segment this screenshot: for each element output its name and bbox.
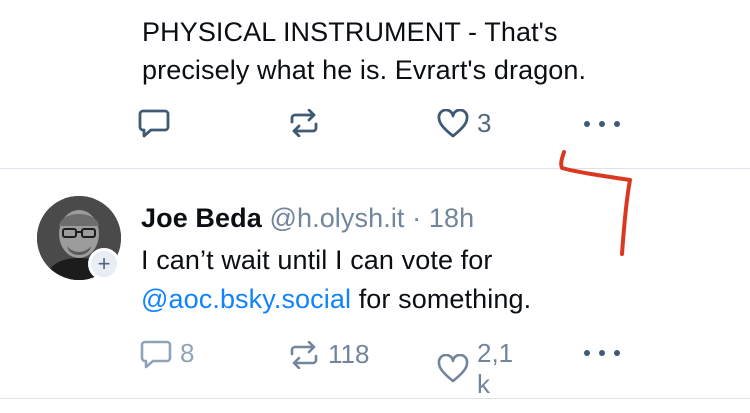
more-button[interactable] <box>583 349 621 357</box>
post-text-line: precisely what he is. Evrart's dragon. <box>142 55 587 85</box>
repost-arrows-icon <box>288 340 320 369</box>
post-header: Joe Beda @h.olysh.it · 18h <box>141 199 474 237</box>
reply-count: 8 <box>180 338 195 368</box>
author-name[interactable]: Joe Beda <box>141 203 262 233</box>
like-count: 3 <box>477 108 492 138</box>
more-button[interactable] <box>583 120 621 128</box>
like-button[interactable]: 2,1 k <box>437 338 513 400</box>
post-divider <box>0 398 750 399</box>
reply-button[interactable] <box>138 108 170 138</box>
speech-bubble-icon <box>138 108 170 138</box>
reply-button[interactable]: 8 <box>140 338 194 369</box>
repost-count: 118 <box>328 339 370 369</box>
post-time[interactable]: 18h <box>429 203 474 233</box>
repost-button[interactable] <box>288 109 320 137</box>
repost-arrows-icon <box>288 109 320 137</box>
like-button[interactable]: 3 <box>437 108 491 139</box>
repost-button[interactable]: 118 <box>288 339 369 370</box>
heart-icon <box>437 354 469 384</box>
post-text-rest: for something. <box>351 284 532 314</box>
follow-button[interactable]: + <box>88 248 120 280</box>
post-text-line: @aoc.bsky.social for something. <box>141 280 531 318</box>
post-text-line: PHYSICAL INSTRUMENT - That's <box>142 17 558 47</box>
more-dots-icon <box>583 349 621 357</box>
more-dots-icon <box>583 120 621 128</box>
heart-icon <box>437 108 469 139</box>
meta-separator: · <box>412 203 422 233</box>
like-count: 2,1 k <box>477 338 514 399</box>
red-annotation-mark <box>548 146 648 267</box>
plus-icon: + <box>97 251 111 276</box>
speech-bubble-icon <box>140 339 172 369</box>
mention-link[interactable]: @aoc.bsky.social <box>141 284 351 314</box>
post-text-line: I can’t wait until I can vote for <box>141 245 493 275</box>
author-handle[interactable]: @h.olysh.it <box>269 203 404 233</box>
